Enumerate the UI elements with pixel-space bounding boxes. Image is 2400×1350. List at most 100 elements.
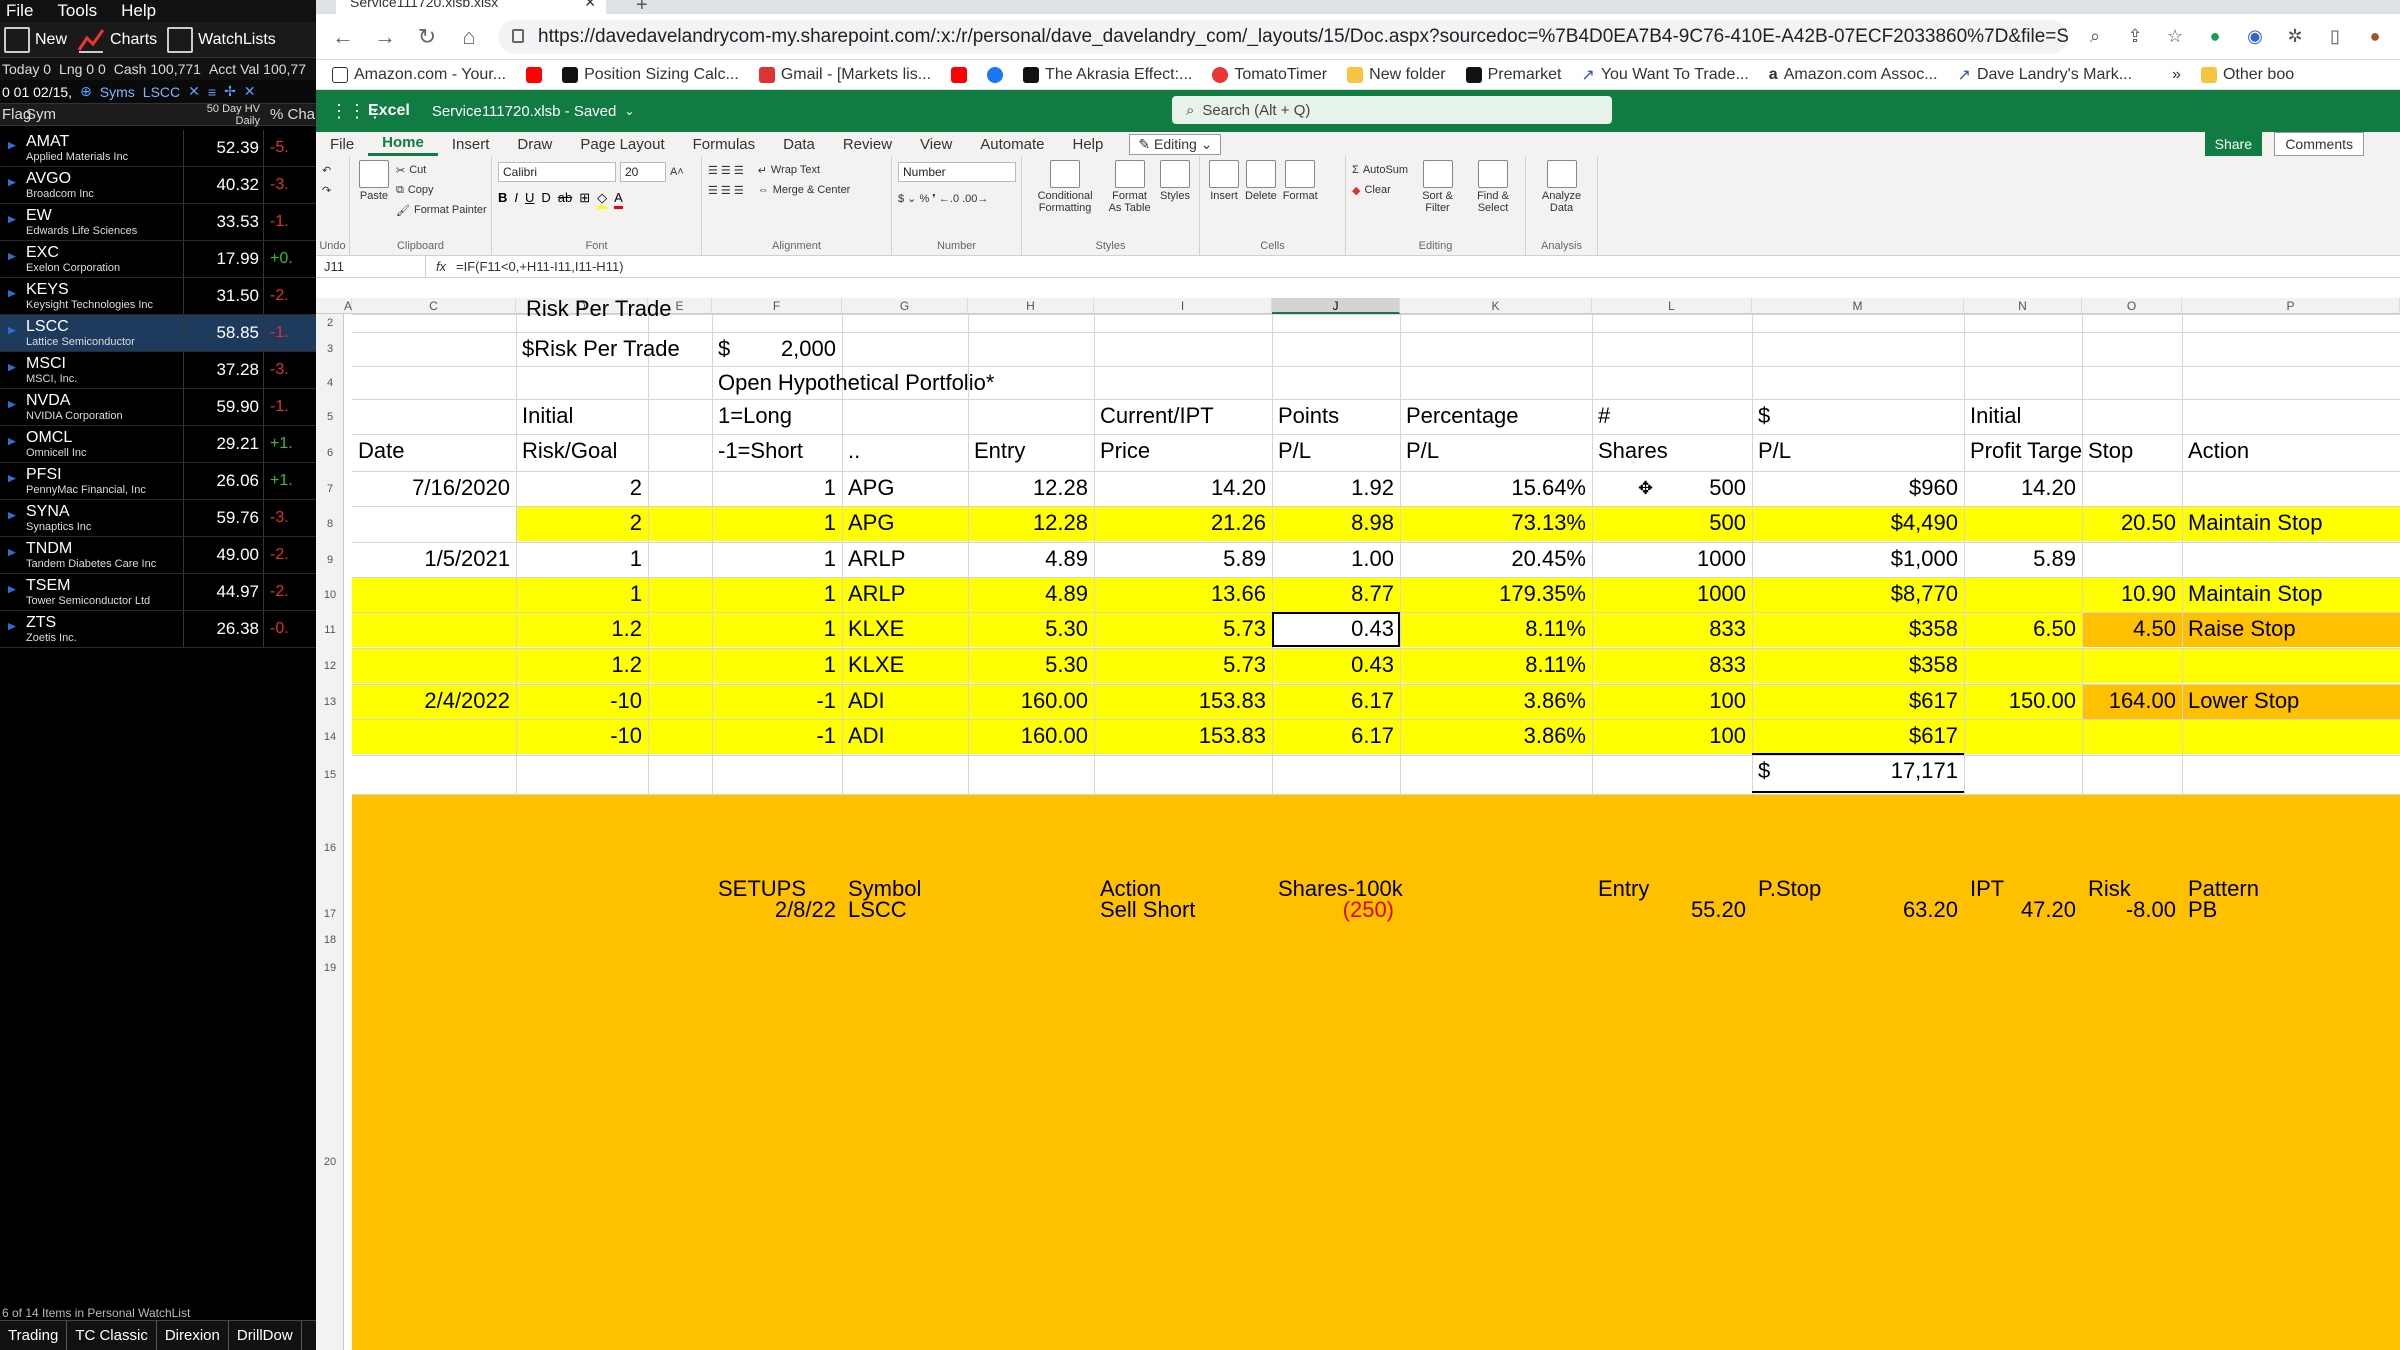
cell-l9[interactable]: 1000 [1592, 544, 1752, 574]
bookmark-akrasia[interactable]: The Akrasia Effect:... [1023, 66, 1192, 84]
bookmark-gmail[interactable]: Gmail - [Markets lis... [758, 66, 931, 84]
chevron-down-icon[interactable]: ⌄ [624, 104, 634, 118]
tab-page-layout[interactable]: Page Layout [566, 132, 678, 156]
flag-icon[interactable] [0, 241, 24, 277]
watchlists-button[interactable]: WatchLists [167, 26, 276, 53]
cell-f7[interactable]: 1 [712, 473, 842, 503]
row-header-2[interactable]: 2 [316, 317, 344, 329]
bookmarks-more[interactable]: » [2172, 66, 2181, 84]
cell-o11[interactable]: 4.50 [2082, 614, 2182, 644]
search-box[interactable]: ⌕ Search (Alt + Q) [1172, 96, 1612, 124]
cell-o10[interactable]: 10.90 [2082, 579, 2182, 609]
column-header-j[interactable]: J [1272, 298, 1400, 314]
column-header-g[interactable]: G [842, 298, 968, 314]
strikethrough-icon[interactable]: ab [558, 190, 572, 209]
wrap-text-button[interactable]: ↵ Wrap Text [758, 160, 851, 180]
font-size-select[interactable]: 20 [620, 162, 666, 182]
cell-m11[interactable]: $358 [1752, 614, 1964, 644]
cell-d12[interactable]: 1.2 [516, 650, 648, 680]
cell-k11[interactable]: 8.11% [1400, 614, 1592, 644]
clear-button[interactable]: ◆ Clear [1352, 180, 1408, 200]
bookmark-tomatotimer[interactable]: TomatoTimer [1212, 66, 1327, 84]
setups-m[interactable]: 63.20 [1752, 895, 1964, 925]
extension-circle-icon[interactable]: ◉ [2244, 26, 2266, 47]
column-header-m[interactable]: M [1752, 298, 1964, 314]
header6-k[interactable]: P/L [1400, 436, 1592, 466]
charts-button[interactable]: Charts [77, 26, 157, 54]
cell-d7[interactable]: 2 [516, 473, 648, 503]
header6-f[interactable]: -1=Short [712, 436, 842, 466]
header6-o[interactable]: Stop [2082, 436, 2182, 466]
row-header-5[interactable]: 5 [316, 411, 344, 423]
name-box[interactable]: J11 [316, 255, 426, 278]
row-header-8[interactable]: 8 [316, 518, 344, 530]
column-header-i[interactable]: I [1094, 298, 1272, 314]
column-header-c[interactable]: C [352, 298, 516, 314]
double-underline-icon[interactable]: D [541, 190, 550, 209]
header6-l[interactable]: Shares [1592, 436, 1752, 466]
cell-j12[interactable]: 0.43 [1272, 650, 1400, 680]
cell-h11[interactable]: 5.30 [968, 614, 1094, 644]
cell-m13[interactable]: $617 [1752, 686, 1964, 716]
cell-f8[interactable]: 1 [712, 508, 842, 538]
reload-icon[interactable]: ↻ [414, 24, 440, 50]
cell-f13[interactable]: -1 [712, 686, 842, 716]
cell-o12[interactable] [2082, 650, 2182, 680]
bookmark-want-to-trade[interactable]: ↗ You Want To Trade... [1581, 65, 1748, 85]
menu-help[interactable]: Help [121, 1, 156, 21]
number-format-icons[interactable]: $ ⌄ % ❜ ←.0 .00→ [898, 188, 1015, 208]
copy-button[interactable]: ⧉ Copy [396, 180, 487, 200]
cell-f10[interactable]: 1 [712, 579, 842, 609]
cell-n12[interactable] [1964, 650, 2082, 680]
setups-o[interactable]: -8.00 [2082, 895, 2182, 925]
watchlist-row[interactable]: TNDM Tandem Diabetes Care Inc 49.00 -2. [0, 537, 316, 574]
row-header-15[interactable]: 15 [316, 769, 344, 781]
watchlist-row[interactable]: NVDA NVIDIA Corporation 59.90 -1. [0, 389, 316, 426]
flag-icon[interactable] [0, 389, 24, 425]
cell-c12[interactable] [352, 650, 516, 680]
tab-close-icon[interactable]: ✕ [584, 0, 596, 11]
delete-button[interactable]: Delete [1245, 160, 1277, 252]
cell-n8[interactable] [1964, 508, 2082, 538]
header5-l[interactable]: # [1592, 401, 1752, 431]
cut-button[interactable]: ✂ Cut [396, 160, 487, 180]
watchlist-row[interactable]: TSEM Tower Semiconductor Ltd 44.97 -2. [0, 574, 316, 611]
column-header-n[interactable]: N [1964, 298, 2082, 314]
cell-p11[interactable]: Raise Stop [2182, 614, 2400, 644]
cell-l14[interactable]: 100 [1592, 721, 1752, 751]
merge-center-button[interactable]: ⇔ Merge & Center [758, 180, 851, 200]
cell-g14[interactable]: ADI [842, 721, 968, 751]
cell-k8[interactable]: 73.13% [1400, 508, 1592, 538]
file-name[interactable]: Service111720.xlsb - Saved [432, 103, 617, 120]
header6-j[interactable]: P/L [1272, 436, 1400, 466]
cell-l11[interactable]: 833 [1592, 614, 1752, 644]
cell-i7[interactable]: 14.20 [1094, 473, 1272, 503]
tab-automate[interactable]: Automate [966, 132, 1058, 156]
grow-font-icon[interactable]: A˄ [670, 162, 684, 182]
star-icon[interactable]: ☆ [2164, 26, 2186, 47]
back-icon[interactable]: ← [330, 24, 356, 50]
cell-n7[interactable]: 14.20 [1964, 473, 2082, 503]
tab-draw[interactable]: Draw [503, 132, 566, 156]
cell-p10[interactable]: Maintain Stop [2182, 579, 2400, 609]
paste-button[interactable]: Paste [359, 160, 389, 252]
cell-n11[interactable]: 6.50 [1964, 614, 2082, 644]
flag-icon[interactable] [0, 352, 24, 388]
undo-icon[interactable]: ↶ [322, 160, 343, 180]
setups-j[interactable]: (250) [1272, 895, 1400, 925]
grammarly-icon[interactable]: ● [2204, 26, 2226, 47]
tab-tc-classic[interactable]: TC Classic [67, 1321, 157, 1350]
forward-icon[interactable]: → [372, 24, 398, 50]
row-header-18[interactable]: 18 [316, 934, 344, 946]
flag-icon[interactable] [0, 130, 24, 166]
cell-g10[interactable]: ARLP [842, 579, 968, 609]
cell-k13[interactable]: 3.86% [1400, 686, 1592, 716]
cell-g9[interactable]: ARLP [842, 544, 968, 574]
cell-l8[interactable]: 500 [1592, 508, 1752, 538]
watchlist-row[interactable]: MSCI MSCI, Inc. 37.28 -3. [0, 352, 316, 389]
cell-g7[interactable]: APG [842, 473, 968, 503]
cell-i14[interactable]: 153.83 [1094, 721, 1272, 751]
bookmark-other[interactable]: Other boo [2200, 66, 2294, 84]
app-launcher-icon[interactable]: ⋮⋮⋮ [330, 101, 384, 122]
flag-icon[interactable] [0, 204, 24, 240]
